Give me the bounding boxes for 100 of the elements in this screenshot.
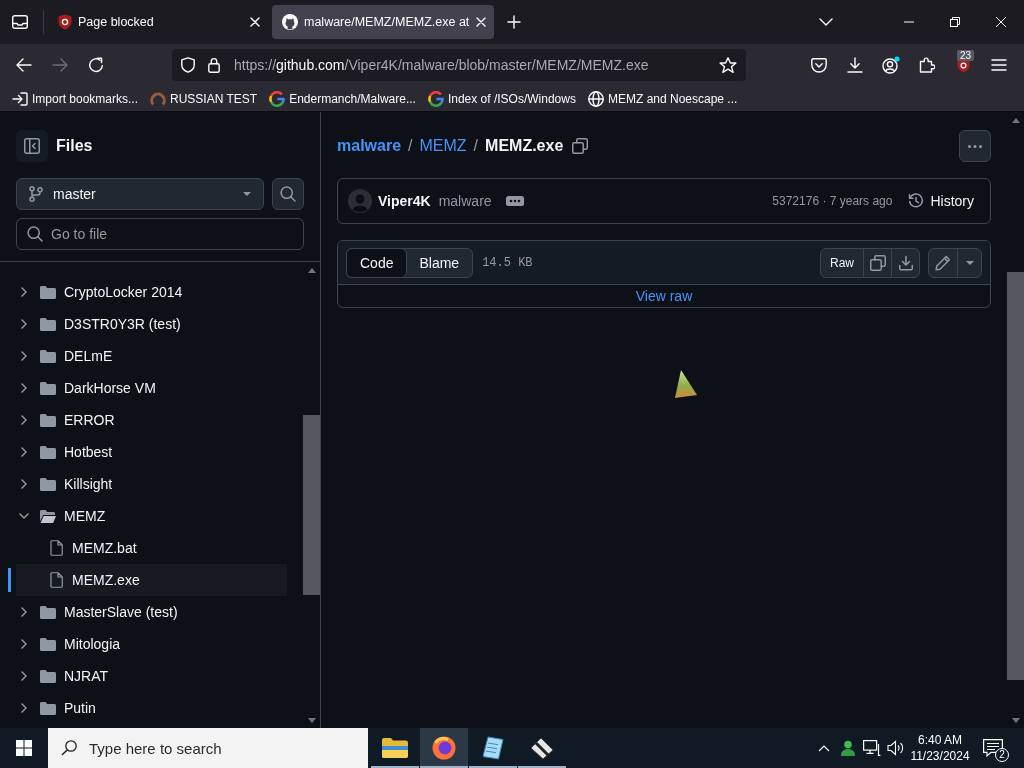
chevron-down-icon[interactable] [819, 18, 833, 26]
bookmark-item[interactable]: Import bookmarks... [12, 91, 139, 106]
close-icon[interactable] [250, 17, 260, 27]
folder-icon [40, 605, 56, 619]
person-circle-icon[interactable] [882, 56, 900, 74]
g-logo-icon [427, 90, 444, 107]
clock-date[interactable]: 11/23/2024 [910, 748, 970, 764]
badge-count: 23 [957, 50, 975, 61]
folder-icon [40, 285, 56, 299]
history-button[interactable]: History [908, 193, 974, 209]
file-item[interactable]: MEMZ.bat [8, 532, 287, 564]
bookmark-item[interactable]: RUSSIAN TEST [150, 90, 258, 107]
plus-icon[interactable] [507, 15, 521, 29]
folder-item[interactable]: Mitologia [8, 628, 287, 660]
view-tab[interactable]: Code [346, 247, 408, 278]
menu-icon[interactable] [991, 59, 1007, 71]
scroll-down-icon[interactable] [307, 717, 316, 723]
scrollbar-thumb[interactable] [303, 415, 320, 595]
folder-item[interactable]: D3STR0Y3R (test) [8, 308, 287, 340]
folder-item[interactable]: MEMZ [8, 500, 287, 532]
close-icon[interactable] [476, 17, 486, 27]
caret-down-icon[interactable] [965, 260, 974, 265]
search-icon [27, 226, 43, 242]
breadcrumb-link[interactable]: malware [337, 137, 402, 155]
star-icon[interactable] [719, 56, 737, 74]
clock-time[interactable]: 6:40 AM [918, 732, 962, 748]
taskbar-app-button[interactable] [420, 728, 468, 768]
search-icon [61, 740, 77, 756]
arc-icon [150, 90, 167, 107]
repository-name: malware [438, 193, 492, 209]
lock-icon[interactable] [208, 57, 220, 73]
scroll-up-icon[interactable] [307, 267, 316, 273]
globe-icon [587, 90, 604, 107]
folder-item[interactable]: Hotbest [8, 436, 287, 468]
shield-icon[interactable] [181, 57, 195, 73]
person-icon[interactable] [840, 740, 856, 756]
search-icon[interactable] [280, 186, 296, 202]
url-text: https://github.com/Viper4K/malware/blob/master/MEMZ/MEMZ.exe [234, 57, 649, 73]
folder-icon [40, 669, 56, 683]
file-search-field[interactable]: Go to file [16, 218, 304, 250]
browser-icon [432, 736, 456, 760]
import-icon [12, 91, 28, 106]
reload-icon[interactable] [88, 57, 104, 73]
sidebar-toggle-button[interactable] [16, 130, 48, 162]
folder-icon [40, 381, 56, 395]
scroll-down-icon[interactable] [1011, 717, 1020, 723]
git-branch-icon [29, 186, 43, 202]
author-link[interactable]: Viper4K [378, 193, 431, 209]
chevron-up-icon[interactable] [818, 744, 830, 752]
file-size: 14.5 KB [482, 255, 533, 270]
ellipsis-icon[interactable] [968, 144, 982, 148]
sidebar-panel-icon[interactable] [24, 138, 40, 154]
puzzle-icon[interactable] [919, 57, 935, 73]
view-tab[interactable]: Blame [405, 247, 474, 278]
pencil-icon[interactable] [935, 254, 951, 271]
tray-icon[interactable] [12, 15, 28, 29]
breadcrumb-link[interactable]: MEMZ [419, 137, 467, 155]
message-icon[interactable] [983, 739, 1003, 757]
folder-item[interactable]: DarkHorse VM [8, 372, 287, 404]
notepad-icon [482, 736, 504, 760]
breadcrumb-separator: / [473, 137, 479, 155]
browser-tab[interactable]: Page blocked [48, 5, 268, 39]
scroll-up-icon[interactable] [1011, 117, 1020, 123]
caret-down-icon [243, 192, 251, 196]
view-raw-link[interactable]: View raw [635, 288, 693, 304]
folder-item[interactable]: Putin [8, 692, 287, 724]
browser-tab[interactable]: malware/MEMZ/MEMZ.exe at [272, 5, 494, 39]
shield-icon [58, 14, 72, 30]
folder-item[interactable]: DELmE [8, 340, 287, 372]
diamond-icon [530, 736, 554, 760]
bookmark-item[interactable]: Endermanch/Malware... [269, 90, 416, 107]
more-options-button[interactable] [959, 130, 991, 162]
arrow-left-icon[interactable] [16, 58, 32, 72]
g-logo-icon [269, 90, 286, 107]
avatar-icon [348, 189, 372, 213]
folder-item[interactable]: MasterSlave (test) [8, 596, 287, 628]
close-icon[interactable] [996, 17, 1006, 27]
search-button[interactable] [272, 178, 304, 210]
taskbar-search-field[interactable]: Type here to search [48, 728, 368, 768]
scrollbar-thumb[interactable] [1007, 272, 1024, 680]
branch-selector[interactable]: master [16, 178, 264, 210]
copy-icon[interactable] [869, 254, 886, 271]
file-name: MEMZ.exe [485, 137, 564, 155]
file-item[interactable]: MEMZ.exe [8, 564, 287, 596]
restore-icon[interactable] [950, 17, 960, 27]
folder-item[interactable]: Killsight [8, 468, 287, 500]
bookmark-item[interactable]: MEMZ and Noescape ... [587, 90, 738, 107]
volume-icon[interactable] [887, 740, 905, 756]
windows-logo-icon[interactable] [16, 740, 32, 756]
bookmark-item[interactable]: Index of /ISOs/Windows [427, 90, 576, 107]
ellipsis-badge-icon[interactable] [505, 196, 524, 206]
raw-button[interactable]: Raw [821, 248, 863, 277]
shield-chevron-icon[interactable] [811, 57, 827, 73]
folder-item[interactable]: ERROR [8, 404, 287, 436]
address-bar[interactable]: https://github.com/Viper4K/malware/blob/master/MEMZ/MEMZ.exe [172, 49, 746, 81]
folder-icon [40, 637, 56, 651]
copy-icon[interactable] [572, 138, 589, 154]
folder-item[interactable]: CryptoLocker 2014 [8, 276, 287, 308]
folder-item[interactable]: NJRAT [8, 660, 287, 692]
network-icon[interactable] [863, 740, 881, 756]
